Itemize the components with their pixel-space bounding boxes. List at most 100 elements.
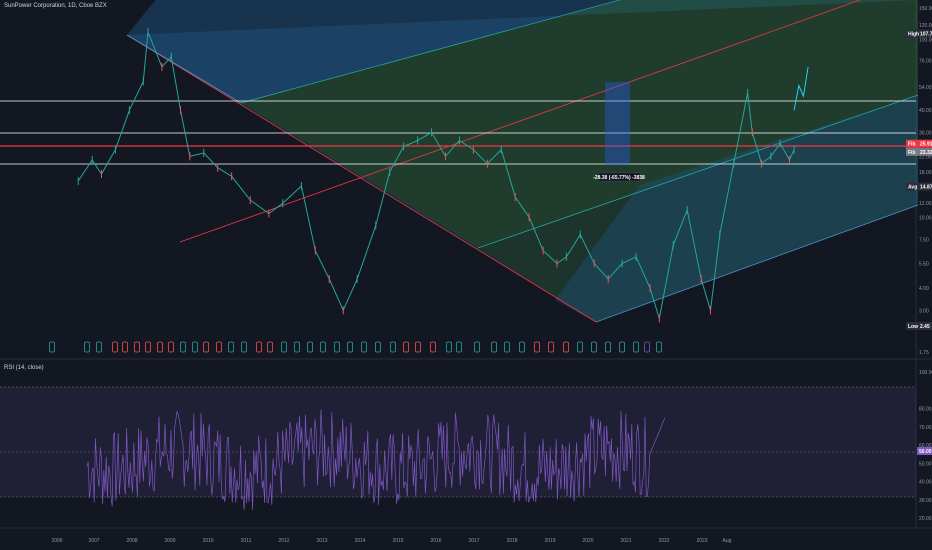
event-marker — [474, 341, 480, 353]
time-tick-label: 2016 — [430, 538, 441, 544]
time-tick-label: 2011 — [241, 538, 252, 544]
time-tick-label: 2009 — [164, 538, 175, 544]
price-tag-label: Fib — [908, 150, 916, 156]
price-tag-label: Avg — [908, 185, 917, 191]
price-tick-label: 18.00 — [919, 170, 932, 176]
time-tick-label: 2022 — [658, 538, 669, 544]
price-axis: 150.00120.00100.0076.0054.0040.0030.0022… — [919, 6, 932, 356]
price-tick-label: 3.00 — [919, 308, 929, 314]
event-marker — [446, 341, 452, 353]
event-marker — [216, 341, 222, 353]
price-chart[interactable]: -28.38 (-65.77%) -3838 150.00 120.00 100.0… — [0, 0, 932, 550]
event-marker — [334, 341, 340, 353]
price-tick-label: 4.00 — [919, 286, 929, 292]
price-tick-label: 76.00 — [919, 59, 932, 65]
rsi-tick-label: 100.00 — [919, 370, 932, 376]
time-axis: 2006 2007 2008 2009 2010 2011 2012 2013 2014 2015… — [51, 538, 731, 544]
price-tag-value: 23.32 — [920, 150, 932, 156]
measure-box[interactable] — [605, 82, 630, 165]
event-marker — [619, 341, 625, 353]
time-tick-label: 2008 — [126, 538, 137, 544]
rsi-axis: 100.0080.0070.0060.0050.0040.0030.0020.0… — [919, 370, 932, 522]
price-tick-label: 1.75 — [919, 350, 929, 356]
time-tick-label: 2012 — [278, 538, 289, 544]
time-tick-label: 2019 — [544, 538, 555, 544]
event-marker — [390, 341, 396, 353]
price-tick-label: 5.50 — [919, 261, 929, 267]
price-tag-label: Low — [908, 324, 918, 330]
event-marker — [563, 341, 569, 353]
rsi-tick-label: 50.00 — [919, 461, 932, 467]
rsi-tick-label: 70.00 — [919, 425, 932, 431]
event-marker — [168, 341, 174, 353]
event-marker — [157, 341, 163, 353]
event-marker — [656, 341, 662, 353]
price-tick-label: 40.00 — [919, 108, 932, 114]
rsi-tick-label: 20.00 — [919, 516, 932, 522]
event-marker — [430, 341, 436, 353]
time-tick-label: 2013 — [316, 538, 327, 544]
rsi-tick-label: 40.00 — [919, 480, 932, 486]
time-tick-label: 2015 — [392, 538, 403, 544]
event-markers — [49, 341, 662, 353]
rsi-current-value: 50.00 — [919, 449, 932, 455]
time-tick-label: 2010 — [202, 538, 213, 544]
event-marker — [534, 341, 540, 353]
time-tick-label: Aug — [723, 538, 732, 544]
event-marker — [84, 341, 90, 353]
time-tick-label: 2021 — [620, 538, 631, 544]
event-marker — [361, 341, 367, 353]
event-marker — [228, 341, 234, 353]
event-marker — [347, 341, 353, 353]
event-marker — [491, 341, 497, 353]
measure-label: -28.38 (-65.77%) -3838 — [593, 175, 645, 181]
event-marker — [519, 341, 525, 353]
event-marker — [548, 341, 554, 353]
price-tick-label: 150.00 — [919, 6, 932, 12]
event-marker — [145, 341, 151, 353]
event-marker — [203, 341, 209, 353]
event-marker — [267, 341, 273, 353]
price-tick-label: 7.50 — [919, 238, 929, 244]
event-marker — [294, 341, 300, 353]
price-tick-label: 10.00 — [919, 215, 932, 221]
event-marker — [256, 341, 262, 353]
event-marker — [633, 341, 639, 353]
event-marker — [281, 341, 287, 353]
time-tick-label: 2017 — [468, 538, 479, 544]
event-marker — [403, 341, 409, 353]
time-tick-label: 2007 — [88, 538, 99, 544]
event-marker — [112, 341, 118, 353]
time-tick-label: 2023 — [696, 538, 707, 544]
event-marker — [96, 341, 102, 353]
price-tick-label: 54.00 — [919, 85, 932, 91]
event-marker — [241, 341, 247, 353]
event-marker — [307, 341, 313, 353]
price-tag-label: Fib — [908, 142, 916, 148]
price-tag-value: 25.91 — [920, 142, 932, 148]
event-marker — [644, 341, 650, 353]
price-tag-label: High — [908, 32, 919, 38]
time-tick-label: 2006 — [51, 538, 62, 544]
rsi-tick-label: 80.00 — [919, 407, 932, 413]
price-tick-label: 30.00 — [919, 130, 932, 136]
price-tick-label: 12.00 — [919, 201, 932, 207]
price-tag-value: 107.79 — [920, 32, 932, 38]
rsi-tick-label: 30.00 — [919, 498, 932, 504]
price-tag-value: 14.87 — [920, 185, 932, 191]
time-tick-label: 2020 — [582, 538, 593, 544]
price-tag-value: 2.45 — [920, 324, 930, 330]
time-tick-label: 2018 — [506, 538, 517, 544]
event-marker — [504, 341, 510, 353]
time-tick-label: 2014 — [354, 538, 365, 544]
price-tick-label: 120.00 — [919, 23, 932, 29]
event-marker — [591, 341, 597, 353]
event-marker — [456, 341, 462, 353]
event-marker — [320, 341, 326, 353]
event-marker — [134, 341, 140, 353]
event-marker — [180, 341, 186, 353]
event-marker — [415, 341, 421, 353]
event-marker — [605, 341, 611, 353]
event-marker — [192, 341, 198, 353]
event-marker — [577, 341, 583, 353]
